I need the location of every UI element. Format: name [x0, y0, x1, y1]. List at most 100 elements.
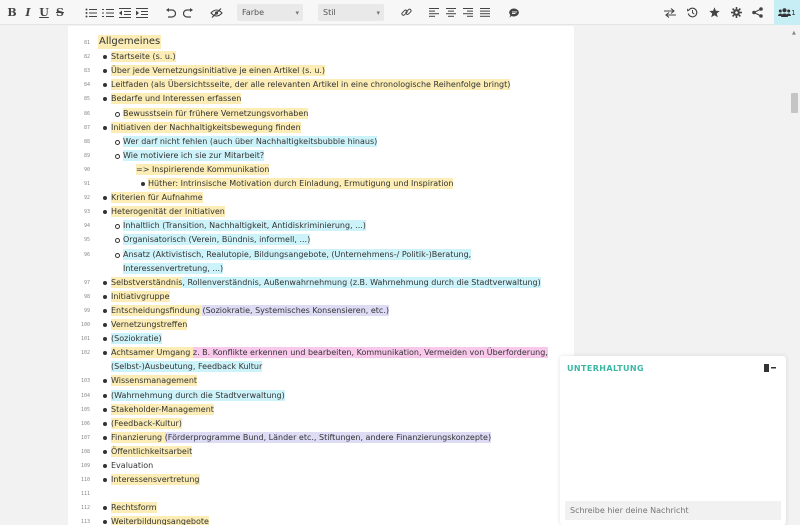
list-item-text: Initiativgruppe	[111, 290, 170, 302]
scroll-up-arrow[interactable]: ▲	[792, 30, 796, 36]
list-item-text: Wissensmanagement	[111, 375, 198, 387]
list-item-text: Inhaltlich (Transition, Nachhaltigkeit, …	[123, 220, 366, 232]
list-item-text: Evaluation	[111, 461, 154, 470]
list-item: Kriterien für Aufnahme	[111, 192, 203, 204]
timeslider-button[interactable]	[685, 4, 699, 21]
underline-button[interactable]: U	[38, 4, 50, 21]
users-button[interactable]: 1	[774, 0, 800, 25]
share-icon	[751, 7, 763, 18]
redo-icon	[182, 7, 193, 18]
chat-message-input[interactable]	[565, 501, 781, 520]
bullet-list-icon	[85, 8, 97, 17]
import-export-button[interactable]	[663, 4, 677, 21]
list-item-text: Wer darf nicht fehlen (auch über Nachhal…	[123, 135, 378, 147]
line-number: 106	[80, 420, 90, 427]
settings-button[interactable]	[729, 4, 743, 21]
list-bullet	[103, 421, 107, 426]
list-bullet	[103, 449, 107, 454]
chat-toggle-button[interactable]	[764, 364, 776, 372]
list-item: Wer darf nicht fehlen (auch über Nachhal…	[123, 135, 378, 148]
italic-button[interactable]: I	[22, 4, 34, 21]
line-number: 113	[80, 519, 90, 525]
line-number: 101	[80, 336, 90, 343]
list-item: (Selbst-)Ausbeutung, Feedback Kultur	[111, 361, 263, 373]
color-select-value: Farbe	[242, 8, 265, 17]
list-item: Öffentlichkeitsarbeit	[111, 445, 193, 458]
list-item: Wissensmanagement	[111, 375, 198, 387]
list-bullet	[103, 464, 107, 468]
list-item: Weiterbildungsangebote	[111, 516, 209, 525]
list-bullet	[103, 407, 107, 412]
strikethrough-button[interactable]: S	[54, 4, 66, 21]
star-icon	[708, 7, 720, 18]
line-number: 82	[83, 54, 90, 61]
align-center-button[interactable]	[445, 4, 457, 21]
list-bullet	[103, 294, 107, 299]
list-item-text: Finanzierung	[111, 431, 165, 443]
share-button[interactable]	[750, 4, 764, 21]
list-item-text: (Förderprogramme Bund, Länder etc., Stif…	[164, 431, 492, 443]
line-number: 83	[83, 68, 90, 75]
undo-button[interactable]	[163, 4, 177, 21]
saved-revision-button[interactable]	[707, 4, 721, 21]
line-number: 87	[83, 124, 90, 131]
list-bullet	[103, 280, 107, 285]
list-item: Vernetzungstreffen	[111, 319, 188, 331]
line-number: 107	[80, 434, 90, 441]
sticky-chat-icon	[764, 364, 769, 372]
list-item: (Soziokratie)	[111, 333, 162, 345]
align-right-button[interactable]	[462, 4, 474, 21]
outdent-button[interactable]	[118, 4, 132, 21]
indent-button[interactable]	[135, 4, 149, 21]
list-item-text: Interessenvertretung, ...)	[123, 262, 224, 274]
redo-button[interactable]	[181, 4, 195, 21]
chat-title: UNTERHALTUNG	[567, 364, 644, 373]
line-number: 84	[83, 82, 90, 89]
align-left-button[interactable]	[428, 4, 440, 21]
line-number: 90	[83, 166, 90, 173]
list-item-text: Rechtsform	[111, 502, 157, 514]
list-item: (Feedback-Kultur)	[111, 417, 182, 430]
hide-authorship-button[interactable]	[208, 4, 224, 21]
list-bullet	[115, 111, 120, 117]
align-left-icon	[429, 8, 439, 17]
list-item-text: Selbstverständnis	[111, 276, 183, 288]
list-item-text: Interessensvertretung	[111, 474, 200, 486]
bold-button[interactable]: B	[6, 4, 18, 21]
link-button[interactable]	[399, 4, 413, 21]
list-item: Leitfaden (als Übersichtsseite, der alle…	[111, 79, 511, 91]
list-item: Finanzierung (Förderprogramme Bund, Länd…	[111, 431, 492, 444]
chevron-down-icon: ▾	[295, 8, 299, 17]
align-justify-button[interactable]	[479, 4, 491, 21]
line-number: 98	[83, 293, 90, 300]
color-select[interactable]: Farbe ▾	[237, 4, 303, 21]
list-item: Bewusstsein für frühere Vernetzungsvorha…	[123, 107, 309, 120]
style-select[interactable]: Stil ▾	[318, 4, 384, 21]
list-item-text: (Wahrnehmung durch die Stadtverwaltung)	[111, 389, 285, 401]
list-item: Evaluation	[111, 460, 153, 472]
list-bullet	[115, 139, 120, 145]
align-justify-icon	[480, 8, 490, 17]
list-bullet	[103, 435, 107, 440]
line-number: 95	[83, 237, 90, 244]
list-item: Inhaltlich (Transition, Nachhaltigkeit, …	[123, 220, 366, 232]
list-item-text: , Rollenverständnis, Außenwahrnehmung (z…	[182, 276, 541, 288]
scrollbar-thumb[interactable]	[791, 93, 798, 113]
chevron-down-icon: ▾	[376, 8, 380, 17]
list-item-text: Wie motiviere ich sie zur Mitarbeit?	[123, 149, 265, 161]
list-item-text: Bedarfe und Interessen erfassen	[111, 93, 242, 105]
line-number: 104	[80, 392, 90, 399]
line-number: 94	[83, 223, 90, 230]
comment-button[interactable]	[507, 4, 521, 21]
list-item-text: Bewusstsein für frühere Vernetzungsvorha…	[123, 107, 309, 119]
list-item-text: Stakeholder-Management	[111, 403, 214, 415]
numbered-list-button[interactable]	[101, 4, 115, 21]
list-bullet	[103, 323, 107, 327]
list-item: Interessensvertretung	[111, 474, 200, 486]
list-item-text: Ansatz (Aktivistisch, Realutopie, Bildun…	[123, 248, 472, 260]
list-item-text: (Soziokratie)	[111, 333, 162, 345]
list-item-text: (Feedback-Kultur)	[111, 417, 182, 429]
line-number: 91	[83, 181, 90, 187]
list-item-text: Organisatorisch (Verein, Bündnis, inform…	[123, 234, 311, 246]
bullet-list-button[interactable]	[84, 4, 98, 21]
